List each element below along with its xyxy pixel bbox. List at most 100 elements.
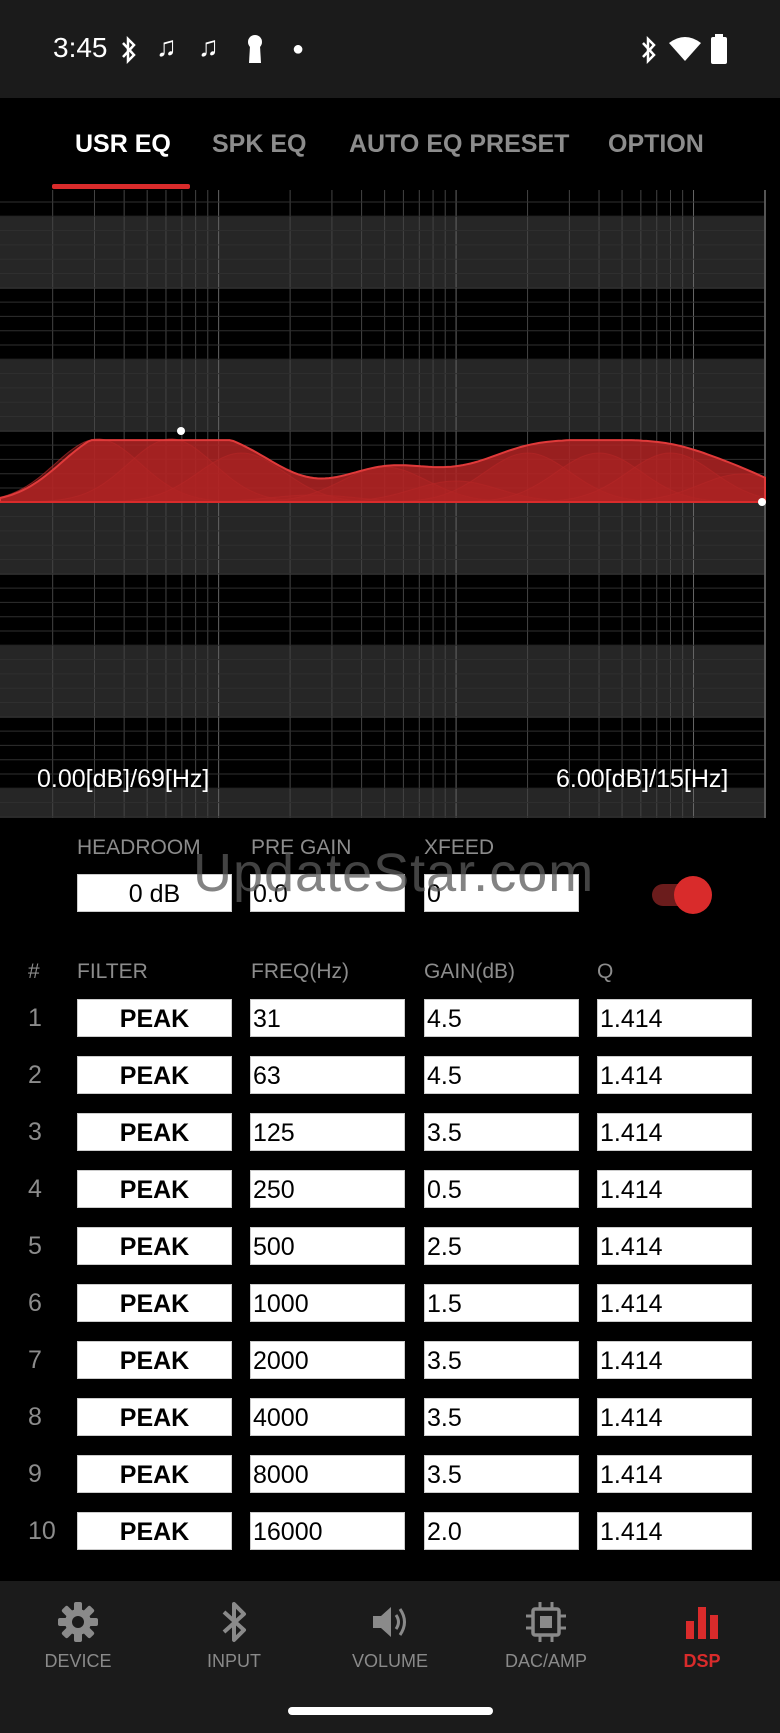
row-number: 3 — [28, 1118, 42, 1146]
freq-field[interactable]: 31 — [250, 999, 405, 1037]
col-header-q: Q — [597, 960, 614, 983]
q-field[interactable]: 1.414 — [597, 1455, 752, 1493]
q-field[interactable]: 1.414 — [597, 1227, 752, 1265]
row-number: 4 — [28, 1175, 42, 1203]
filter-type-field[interactable]: PEAK — [77, 999, 232, 1037]
gain-field[interactable]: 3.5 — [424, 1398, 579, 1436]
music-note-icon: ♫ — [198, 31, 219, 62]
wifi-icon — [669, 37, 701, 61]
xfeed-toggle[interactable] — [652, 876, 712, 914]
q-field[interactable]: 1.414 — [597, 1398, 752, 1436]
nav-dsp[interactable]: DSP — [624, 1581, 780, 1701]
row-number: 7 — [28, 1346, 42, 1374]
freq-field[interactable]: 2000 — [250, 1341, 405, 1379]
filter-type-field[interactable]: PEAK — [77, 1056, 232, 1094]
keyhole-icon — [248, 35, 262, 63]
tab-option[interactable]: OPTION — [608, 130, 704, 159]
freq-field[interactable]: 4000 — [250, 1398, 405, 1436]
col-header-num: # — [28, 960, 40, 983]
xfeed-label: XFEED — [424, 836, 495, 859]
row-number: 2 — [28, 1061, 42, 1089]
nav-device-label: DEVICE — [44, 1651, 112, 1671]
graph-readout-left: 0.00[dB]/69[Hz] — [37, 765, 210, 793]
gain-field[interactable]: 3.5 — [424, 1113, 579, 1151]
gain-field[interactable]: 2.0 — [424, 1512, 579, 1550]
tab-spk-eq[interactable]: SPK EQ — [212, 130, 306, 159]
music-note-icon: ♫ — [156, 31, 177, 62]
eq-curve-svg — [0, 190, 766, 818]
gear-icon — [58, 1602, 98, 1642]
gain-field[interactable]: 3.5 — [424, 1341, 579, 1379]
freq-field[interactable]: 16000 — [250, 1512, 405, 1550]
q-field[interactable]: 1.414 — [597, 1056, 752, 1094]
bar-chart-icon — [686, 1607, 718, 1639]
xfeed-field[interactable]: 0 — [424, 874, 579, 912]
pregain-field[interactable]: 0.0 — [250, 874, 405, 912]
eq-handle-point — [758, 498, 766, 506]
eq-handle-point — [177, 427, 185, 435]
gain-field[interactable]: 4.5 — [424, 999, 579, 1037]
q-field[interactable]: 1.414 — [597, 1170, 752, 1208]
gain-field[interactable]: 4.5 — [424, 1056, 579, 1094]
nav-input-label: INPUT — [207, 1651, 261, 1671]
graph-readout-right: 6.00[dB]/15[Hz] — [556, 765, 729, 793]
q-field[interactable]: 1.414 — [597, 1512, 752, 1550]
pregain-label: PRE GAIN — [251, 836, 352, 859]
row-number: 1 — [28, 1004, 42, 1032]
tab-auto-eq-preset[interactable]: AUTO EQ PRESET — [349, 130, 569, 159]
nav-device[interactable]: DEVICE — [0, 1581, 156, 1701]
nav-volume[interactable]: VOLUME — [312, 1581, 468, 1701]
q-field[interactable]: 1.414 — [597, 999, 752, 1037]
filter-type-field[interactable]: PEAK — [77, 1455, 232, 1493]
freq-field[interactable]: 125 — [250, 1113, 405, 1151]
freq-field[interactable]: 250 — [250, 1170, 405, 1208]
bluetooth-icon — [122, 36, 136, 64]
freq-field[interactable]: 1000 — [250, 1284, 405, 1322]
freq-field[interactable]: 8000 — [250, 1455, 405, 1493]
nav-input[interactable]: INPUT — [156, 1581, 312, 1701]
filter-type-field[interactable]: PEAK — [77, 1170, 232, 1208]
status-time: 3:45 — [53, 32, 108, 63]
battery-icon — [711, 34, 727, 64]
freq-field[interactable]: 63 — [250, 1056, 405, 1094]
speaker-icon — [373, 1607, 406, 1637]
col-header-gain: GAIN(dB) — [424, 960, 516, 983]
headroom-label: HEADROOM — [77, 836, 201, 859]
eq-tab-bar: USR EQ SPK EQ AUTO EQ PRESET OPTION — [0, 98, 780, 190]
gain-field[interactable]: 3.5 — [424, 1455, 579, 1493]
filter-type-field[interactable]: PEAK — [77, 1284, 232, 1322]
nav-volume-label: VOLUME — [351, 1651, 429, 1671]
filter-type-field[interactable]: PEAK — [77, 1398, 232, 1436]
row-number: 6 — [28, 1289, 42, 1317]
filter-type-field[interactable]: PEAK — [77, 1341, 232, 1379]
eq-response-graph[interactable] — [0, 190, 780, 818]
bluetooth-icon — [222, 1602, 246, 1642]
row-number: 8 — [28, 1403, 42, 1431]
dot-icon: ● — [292, 38, 305, 60]
gain-field[interactable]: 1.5 — [424, 1284, 579, 1322]
freq-field[interactable]: 500 — [250, 1227, 405, 1265]
nav-dac-amp-label: DAC/AMP — [504, 1651, 587, 1671]
nav-dsp-label: DSP — [683, 1651, 721, 1671]
bluetooth-icon — [642, 36, 656, 64]
chip-icon — [526, 1602, 566, 1642]
col-header-freq: FREQ(Hz) — [251, 960, 349, 983]
gain-field[interactable]: 0.5 — [424, 1170, 579, 1208]
gain-field[interactable]: 2.5 — [424, 1227, 579, 1265]
q-field[interactable]: 1.414 — [597, 1113, 752, 1151]
row-number: 10 — [28, 1517, 56, 1545]
home-indicator[interactable] — [288, 1707, 493, 1715]
headroom-field[interactable]: 0 dB — [77, 874, 232, 912]
toggle-knob — [674, 876, 712, 914]
status-bar: 3:45 ♫ ♫ ● — [0, 0, 780, 98]
active-tab-indicator — [52, 184, 190, 189]
filter-type-field[interactable]: PEAK — [77, 1113, 232, 1151]
q-field[interactable]: 1.414 — [597, 1341, 752, 1379]
q-field[interactable]: 1.414 — [597, 1284, 752, 1322]
row-number: 5 — [28, 1232, 42, 1260]
row-number: 9 — [28, 1460, 42, 1488]
nav-dac-amp[interactable]: DAC/AMP — [468, 1581, 624, 1701]
tab-usr-eq[interactable]: USR EQ — [75, 130, 171, 159]
filter-type-field[interactable]: PEAK — [77, 1512, 232, 1550]
filter-type-field[interactable]: PEAK — [77, 1227, 232, 1265]
